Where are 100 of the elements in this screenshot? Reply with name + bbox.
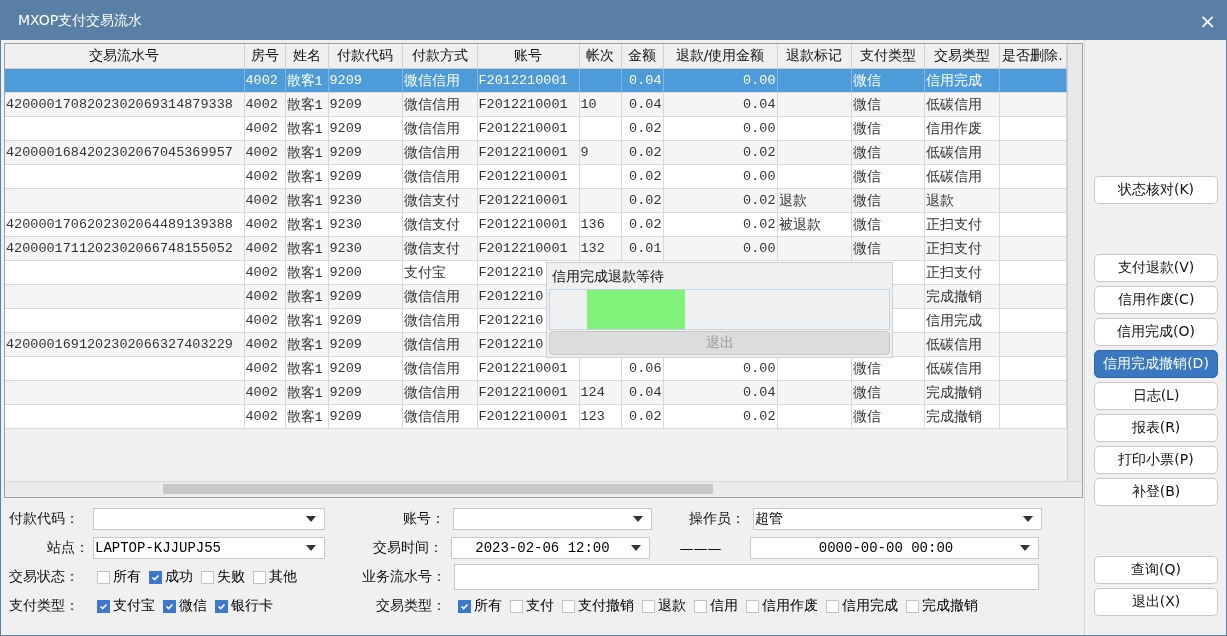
checkbox-label[interactable]: 支付撤销 (578, 597, 634, 615)
dropdown-field[interactable]: 超管 (753, 508, 1042, 530)
table-cell: 微信 (852, 121, 881, 137)
checkbox[interactable] (215, 599, 228, 613)
checkbox[interactable] (163, 599, 176, 613)
action-button[interactable]: 报表(R) (1094, 414, 1218, 442)
column-header[interactable]: 交易类型 (924, 44, 999, 69)
table-row[interactable]: 4200001708202302069314879338 4002 散客1 9209 微信信用 F2012210001 10 0.04 0.04 微信 低碳信用 (5, 92, 1066, 117)
action-button[interactable]: 查询(Q) (1094, 556, 1218, 584)
checkbox[interactable] (746, 599, 759, 613)
action-button[interactable]: 信用作废(C) (1094, 286, 1218, 314)
table-row[interactable]: 4200001684202302067045369957 4002 散客1 9209 微信信用 F2012210001 9 0.02 0.02 微信 低碳信用 (5, 140, 1066, 165)
checkbox[interactable] (694, 599, 707, 613)
action-button[interactable]: 状态核对(K) (1094, 176, 1218, 204)
checkbox-label[interactable]: 其他 (269, 568, 297, 586)
column-header[interactable]: 付款代码 (328, 44, 402, 69)
checkbox-label[interactable]: 所有 (474, 597, 502, 615)
dropdown-field[interactable]: 2023-02-06 12:00 (451, 537, 651, 559)
table-row[interactable]: 4002 散客1 9209 微信信用 F2012210001 0.02 0.00 微信 信用作废 (5, 116, 1066, 141)
table-row[interactable]: 4002 散客1 9209 微信信用 F2012210001 0.02 0.00 微信 低碳信用 (5, 164, 1066, 189)
checkbox-label[interactable]: 所有 (113, 568, 141, 586)
action-button[interactable]: 退出(X) (1094, 588, 1218, 616)
column-header[interactable]: 姓名 (285, 44, 328, 69)
column-header[interactable]: 付款方式 (402, 44, 477, 69)
action-button[interactable]: 打印小票(P) (1094, 446, 1218, 474)
column-header[interactable]: 账号 (477, 44, 579, 69)
action-button[interactable]: 信用完成(O) (1094, 318, 1218, 346)
checkbox-label[interactable]: 银行卡 (231, 597, 273, 615)
checkbox-label[interactable]: 完成撤销 (922, 597, 978, 615)
checkbox[interactable] (562, 599, 575, 613)
table-cell: 9209 (329, 409, 362, 424)
column-header[interactable]: 退款标记 (777, 44, 851, 69)
field-label: 交易状态： (9, 568, 80, 586)
table-cell: 0.02 (629, 121, 662, 136)
checkbox[interactable] (97, 570, 110, 584)
table-cell: 散客1 (286, 169, 323, 185)
action-button[interactable]: 支付退款(V) (1094, 254, 1218, 282)
checkbox[interactable] (97, 599, 110, 613)
checkbox-label[interactable]: 微信 (179, 597, 207, 615)
checkbox[interactable] (642, 599, 655, 613)
range-separator: ——— (678, 540, 723, 556)
action-button[interactable]: 日志(L) (1094, 382, 1218, 410)
column-header[interactable]: 是否删除. (999, 44, 1066, 69)
table-cell: 4200001706202302064489139388 (6, 217, 233, 232)
table-cell: 散客1 (286, 265, 323, 281)
checkbox[interactable] (149, 570, 162, 584)
table-row[interactable]: 4002 散客1 9209 微信信用 F2012210001 123 0.02 0.02 微信 完成撤销 (5, 404, 1066, 429)
table-cell: 完成撤销 (925, 289, 982, 305)
checkbox[interactable] (826, 599, 839, 613)
dropdown-field[interactable] (93, 508, 325, 530)
column-header[interactable]: 支付类型 (851, 44, 924, 69)
checkbox-label[interactable]: 支付宝 (113, 597, 155, 615)
table-cell: F2012210 (478, 337, 544, 352)
checkbox[interactable] (458, 599, 471, 613)
checkbox[interactable] (201, 570, 214, 584)
table-row[interactable]: 4002 散客1 9230 微信支付 F2012210001 0.02 0.02 退款 微信 退款 (5, 188, 1066, 213)
table-cell: 4002 (245, 121, 278, 136)
table-cell: F2012210001 (478, 73, 568, 88)
dropdown-field[interactable]: LAPTOP-KJJUPJ55 (93, 537, 325, 559)
checkbox[interactable] (253, 570, 266, 584)
column-header[interactable]: 房号 (244, 44, 285, 69)
action-button[interactable]: 信用完成撤销(D) (1094, 350, 1218, 378)
column-header[interactable]: 退款/使用金额 (663, 44, 777, 69)
table-row[interactable]: 4200001706202302064489139388 4002 散客1 9230 微信支付 F2012210001 136 0.02 0.02 被退款 微信 正扫支付 (5, 212, 1066, 237)
table-cell: 被退款 (778, 217, 821, 233)
table-cell: 微信 (852, 169, 881, 185)
column-header[interactable]: 交易流水号 (5, 44, 244, 69)
table-cell: 9209 (329, 97, 362, 112)
table-cell: 散客1 (286, 217, 323, 233)
checkbox-label[interactable]: 失败 (217, 568, 245, 586)
scrollbar-thumb[interactable] (163, 484, 713, 494)
text-field[interactable] (454, 564, 1039, 590)
caret-icon (633, 516, 643, 522)
table-cell: 微信信用 (403, 97, 460, 113)
dropdown-field[interactable]: 0000-00-00 00:00 (750, 537, 1039, 559)
table-cell: 0.04 (743, 385, 776, 400)
column-header[interactable]: 帐次 (579, 44, 621, 69)
table-row[interactable]: 4002 散客1 9209 微信信用 F2012210001 124 0.04 0.04 微信 完成撤销 (5, 380, 1066, 405)
checkbox-label[interactable]: 退款 (658, 597, 686, 615)
table-cell: 9209 (329, 73, 362, 88)
close-button[interactable]: × (1199, 8, 1216, 33)
table-cell: 微信支付 (403, 241, 460, 257)
dropdown-field[interactable] (453, 508, 652, 530)
table-cell: 信用作废 (925, 121, 982, 137)
checkbox[interactable] (906, 599, 919, 613)
table-cell: 0.06 (629, 361, 662, 376)
column-header[interactable]: 金额 (621, 44, 663, 69)
checkbox-label[interactable]: 支付 (526, 597, 554, 615)
checkbox-label[interactable]: 信用 (710, 597, 738, 615)
action-button[interactable]: 补登(B) (1094, 478, 1218, 506)
horizontal-scrollbar[interactable] (5, 481, 1082, 496)
checkbox-label[interactable]: 信用作废 (762, 597, 818, 615)
checkbox-label[interactable]: 信用完成 (842, 597, 898, 615)
table-cell: 9209 (329, 313, 362, 328)
checkbox[interactable] (510, 599, 523, 613)
table-cell: 136 (580, 217, 605, 232)
table-cell: F2012210001 (478, 97, 568, 112)
table-row[interactable]: 4002 散客1 9209 微信信用 F2012210001 0.06 0.00 微信 低碳信用 (5, 356, 1066, 381)
table-row[interactable]: 4200001711202302066748155052 4002 散客1 9230 微信支付 F2012210001 132 0.01 0.00 微信 正扫支付 (5, 236, 1066, 261)
checkbox-label[interactable]: 成功 (165, 568, 193, 586)
